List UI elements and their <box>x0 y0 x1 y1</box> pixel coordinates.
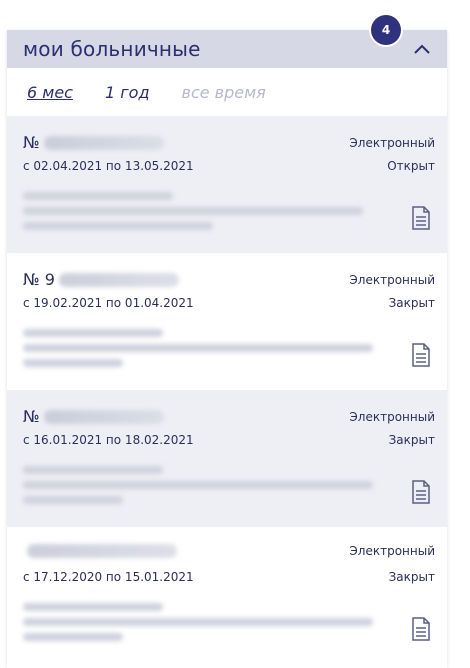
number-prefix: № <box>23 407 40 426</box>
sick-leave-item[interactable]: Электронный с 17.12.2020 по 15.01.2021 З… <box>7 527 447 664</box>
sick-leave-type: Электронный <box>349 135 435 150</box>
redacted-number <box>43 409 164 424</box>
number-prefix: № 9 <box>23 270 55 289</box>
sick-leave-dates: с 17.12.2020 по 15.01.2021 <box>23 570 194 584</box>
document-icon[interactable] <box>411 343 431 367</box>
document-icon[interactable] <box>411 617 431 641</box>
redacted-details <box>23 466 373 511</box>
filter-all-time[interactable]: все время <box>182 83 266 102</box>
sick-leave-dates: с 02.04.2021 по 13.05.2021 <box>23 159 194 173</box>
sick-leave-dates: с 16.01.2021 по 18.02.2021 <box>23 433 194 447</box>
sick-leave-type: Электронный <box>349 272 435 287</box>
sick-leave-item[interactable]: № 9 Электронный с 19.02.2021 по 01.04.20… <box>7 253 447 390</box>
sick-leave-status: Закрыт <box>388 570 435 584</box>
redacted-number <box>27 544 177 558</box>
redacted-number <box>58 272 179 287</box>
count-badge: 4 <box>371 15 401 45</box>
sick-leave-status: Открыт <box>387 159 435 173</box>
period-filters: 6 мес 1 год все время <box>7 68 447 116</box>
redacted-details <box>23 329 373 374</box>
sick-leave-status: Закрыт <box>388 296 435 310</box>
panel-title: мои больничные <box>23 37 201 61</box>
sick-leave-type: Электронный <box>349 409 435 424</box>
redacted-number <box>43 135 164 150</box>
filter-6-months[interactable]: 6 мес <box>27 83 73 102</box>
document-icon[interactable] <box>411 480 431 504</box>
number-prefix: № <box>23 133 40 152</box>
sick-leave-item[interactable]: № Электронный с 16.01.2021 по 18.02.2021… <box>7 390 447 527</box>
redacted-details <box>23 192 363 237</box>
redacted-details <box>23 603 373 648</box>
sick-leave-dates: с 19.02.2021 по 01.04.2021 <box>23 296 194 310</box>
sick-leave-status: Закрыт <box>388 433 435 447</box>
sick-leave-type: Электронный <box>349 544 435 558</box>
document-icon[interactable] <box>411 206 431 230</box>
chevron-up-icon[interactable] <box>411 38 433 60</box>
sick-leave-item[interactable]: № Электронный с 02.04.2021 по 13.05.2021… <box>7 116 447 253</box>
sick-leave-panel: мои больничные 6 мес 1 год все время № Э… <box>7 30 447 668</box>
filter-1-year[interactable]: 1 год <box>105 83 150 102</box>
